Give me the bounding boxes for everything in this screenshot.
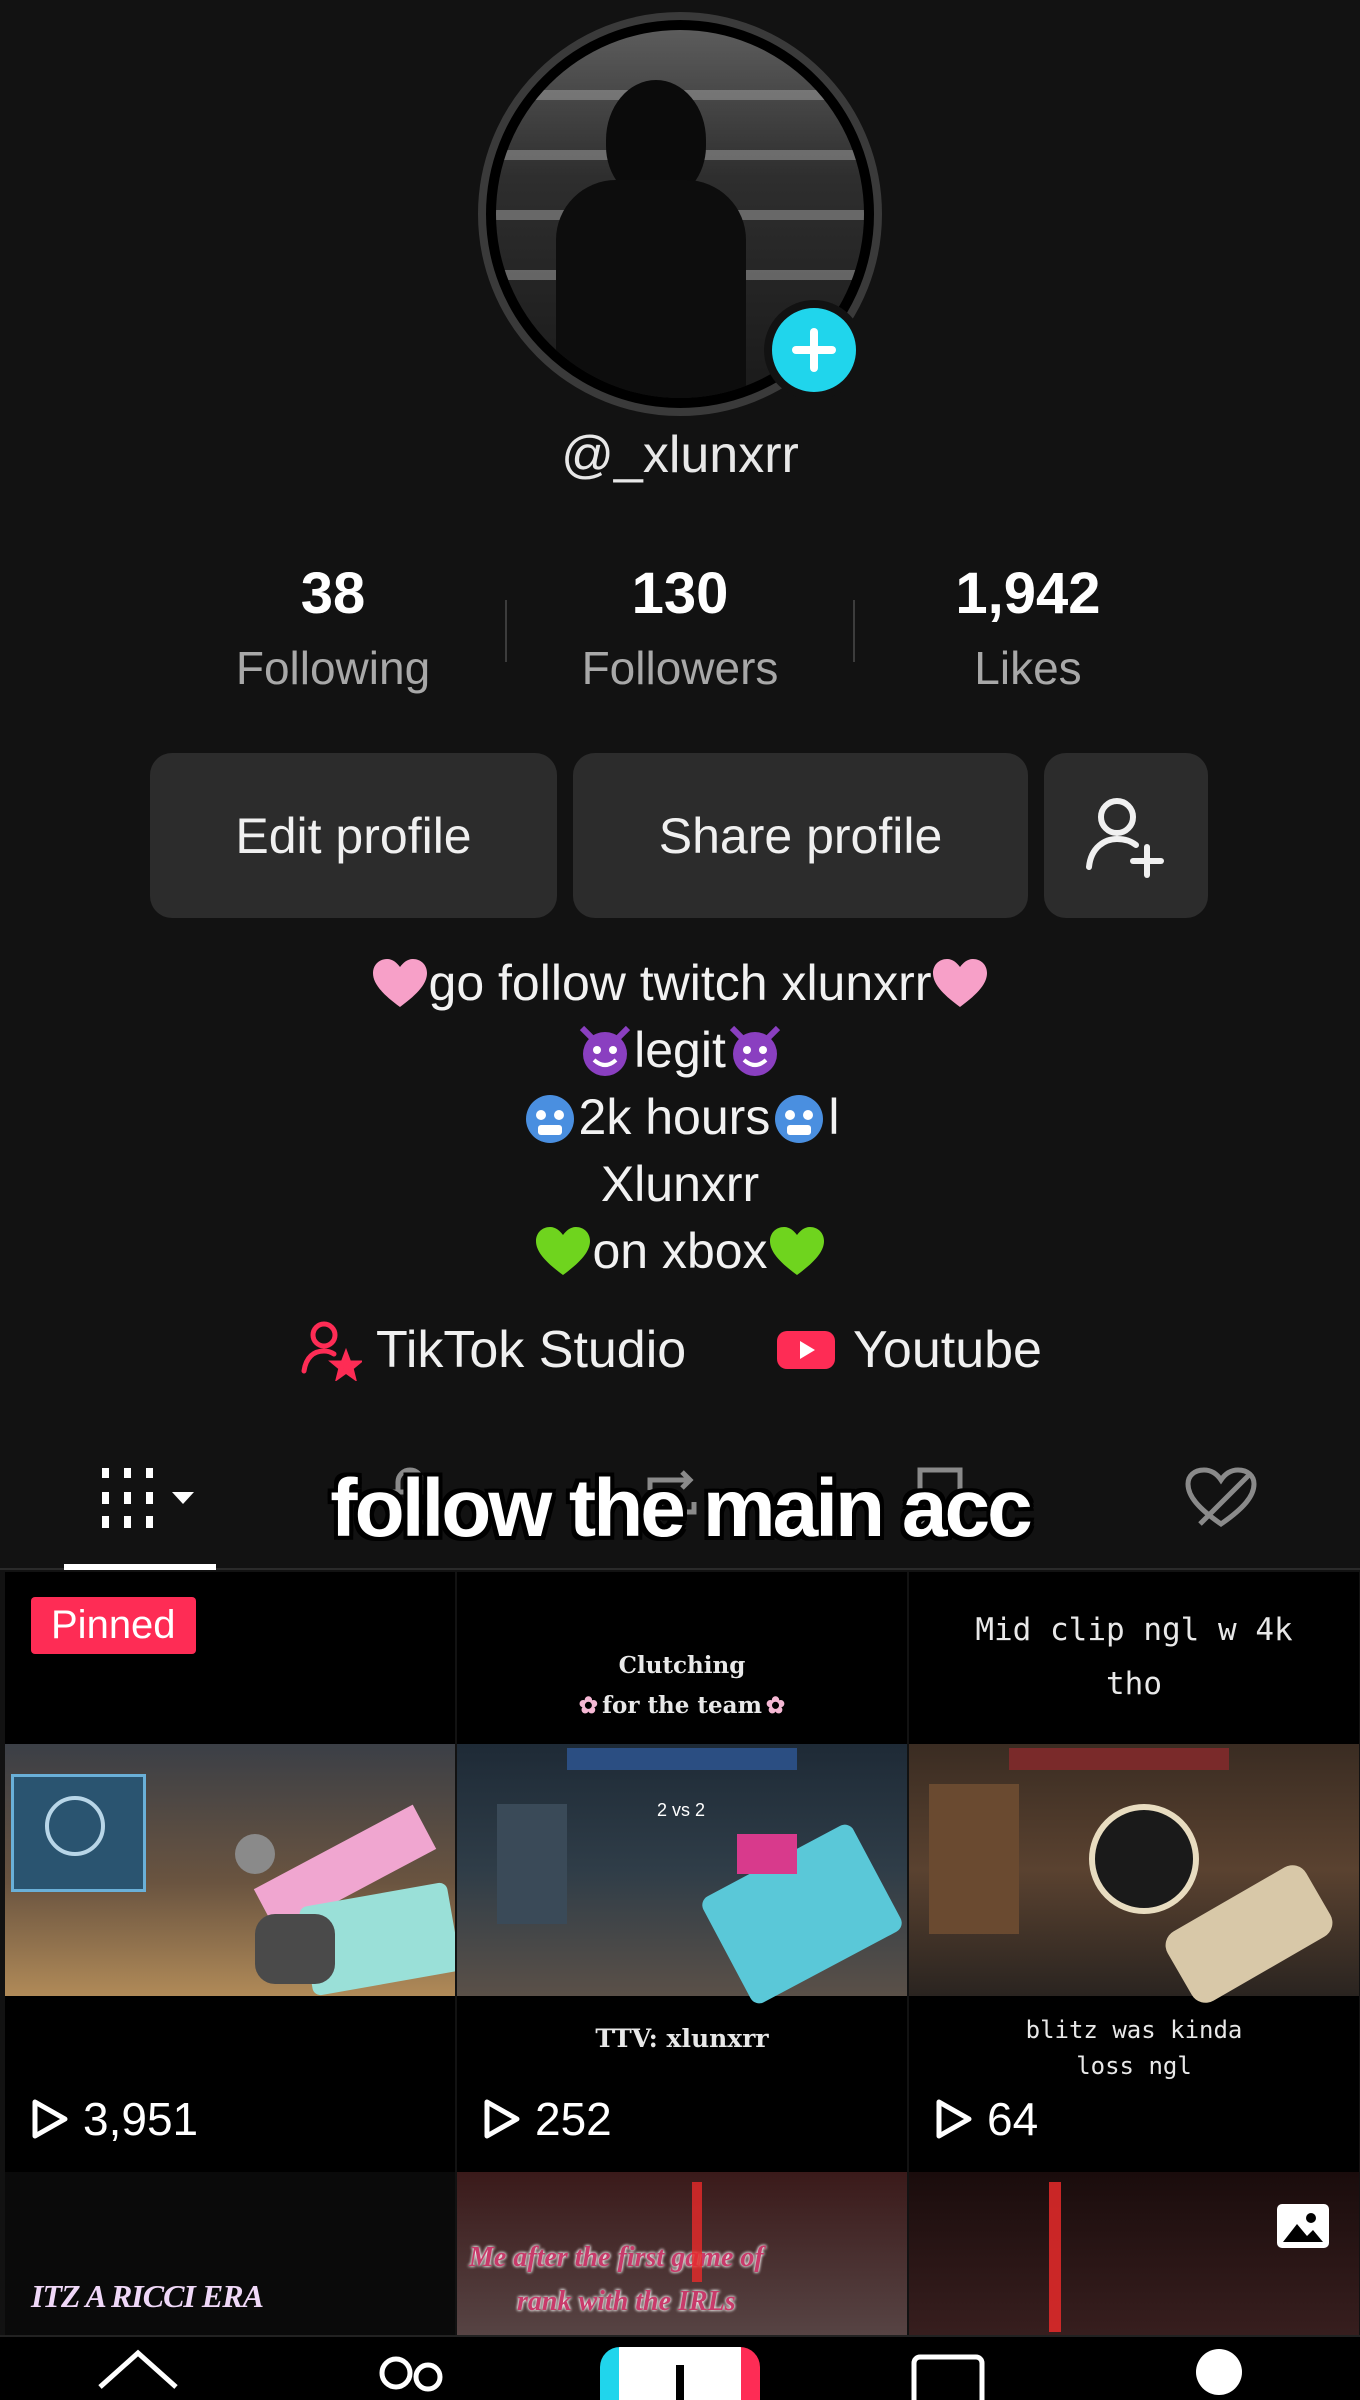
followers-count: 130: [631, 561, 729, 626]
divider: [505, 600, 507, 662]
video-tile[interactable]: Me after the first game of rank with the…: [457, 2172, 907, 2352]
cold-face-icon: [525, 1094, 574, 1143]
video-caption: Me after the first game of: [469, 2242, 764, 2273]
bio-line: Xlunxrr: [600, 1156, 760, 1212]
stat-following[interactable]: 38 Following: [163, 560, 503, 695]
inbox-icon[interactable]: [910, 2351, 986, 2400]
view-count: 64: [935, 2092, 1038, 2146]
add-user-icon: [1086, 797, 1164, 878]
following-count: 38: [300, 561, 366, 626]
video-tile[interactable]: [909, 2172, 1359, 2352]
hud-score: 2 vs 2: [657, 1800, 706, 1820]
play-icon: [484, 2099, 520, 2139]
video-caption-top: Clutching: [618, 1652, 746, 1679]
pinned-badge: Pinned: [31, 1597, 196, 1654]
video-overlay-caption: follow the main acc: [330, 1463, 1032, 1554]
video-caption-bottom: TTV: xlunxrr: [595, 2024, 769, 2053]
likes-label: Likes: [974, 642, 1082, 694]
pink-heart-icon: [372, 958, 427, 1007]
play-icon: [32, 2099, 68, 2139]
add-avatar-plus-icon[interactable]: [764, 300, 864, 400]
video-tile[interactable]: Mid clip ngl w 4k tho blitz was kinda lo…: [909, 1572, 1359, 2172]
view-count: 3,951: [31, 2092, 198, 2146]
username: @_xlunxrr: [561, 426, 799, 484]
bio-line: 2k hours l: [0, 1084, 1360, 1151]
create-plus-button[interactable]: [600, 2347, 760, 2400]
video-caption-bottom: blitz was kinda: [1025, 2016, 1243, 2044]
edit-profile-label: Edit profile: [235, 807, 472, 864]
home-icon[interactable]: [94, 2347, 182, 2400]
view-count: 252: [483, 2092, 612, 2146]
video-caption-bottom: loss ngl: [1076, 2052, 1192, 2080]
photo-icon: [1277, 2204, 1329, 2248]
video-caption: rank with the IRLs: [517, 2286, 736, 2317]
video-tile[interactable]: ITZ A RICCI ERA: [5, 2172, 455, 2352]
profile-icon[interactable]: [1196, 2349, 1242, 2395]
cold-face-icon: [775, 1094, 824, 1143]
play-icon: [936, 2099, 972, 2139]
youtube-link[interactable]: Youtube: [777, 1315, 1042, 1385]
creator-star-icon: [301, 1321, 362, 1381]
bio-line: on xbox: [0, 1218, 1360, 1285]
active-tab-indicator: [64, 1564, 216, 1570]
profile-stats: 38 Following 130 Followers 1,942 Likes: [0, 560, 1360, 710]
flower-icon: ✿: [765, 1692, 786, 1719]
followers-label: Followers: [581, 642, 779, 694]
youtube-icon: [777, 1331, 835, 1369]
pink-heart-icon: [933, 958, 988, 1007]
friends-icon[interactable]: [374, 2349, 448, 2400]
profile-links: TikTok Studio Youtube: [0, 1315, 1360, 1385]
video-caption-top: tho: [1106, 1666, 1162, 1702]
video-caption: ITZ A RICCI ERA: [31, 2278, 264, 2314]
tiktok-studio-link[interactable]: TikTok Studio: [300, 1315, 686, 1385]
video-thumbnail: 2 vs 2: [457, 1744, 907, 2007]
devil-face-icon: [729, 1025, 780, 1076]
bio-line: go follow twitch xlunxrr: [0, 950, 1360, 1017]
video-caption-top: ✿ for the team ✿: [578, 1692, 786, 1719]
flower-icon: ✿: [578, 1692, 599, 1719]
green-heart-icon: [769, 1226, 824, 1275]
video-tile[interactable]: Pinned 3,951: [5, 1572, 455, 2172]
video-thumbnail: [5, 1744, 455, 1997]
divider: [853, 600, 855, 662]
bio-line: legit: [0, 1017, 1360, 1084]
video-thumbnail: [909, 1744, 1359, 2009]
stat-followers[interactable]: 130 Followers: [510, 560, 850, 695]
stat-likes[interactable]: 1,942 Likes: [858, 560, 1198, 695]
video-caption-top: Mid clip ngl w 4k: [975, 1612, 1293, 1648]
share-profile-button[interactable]: Share profile: [573, 753, 1028, 918]
green-heart-icon: [536, 1226, 591, 1275]
profile-bio: go follow twitch xlunxrr legit 2k hours …: [0, 950, 1360, 1285]
following-label: Following: [235, 642, 431, 694]
video-tile[interactable]: Clutching ✿ for the team ✿ 2 vs 2 TTV: xlu…: [457, 1572, 907, 2172]
likes-count: 1,942: [955, 561, 1101, 626]
share-profile-label: Share profile: [658, 807, 943, 864]
add-friend-button[interactable]: [1044, 753, 1208, 918]
devil-face-icon: [580, 1025, 631, 1076]
edit-profile-button[interactable]: Edit profile: [150, 753, 557, 918]
bottom-navigation: [0, 2335, 1360, 2400]
